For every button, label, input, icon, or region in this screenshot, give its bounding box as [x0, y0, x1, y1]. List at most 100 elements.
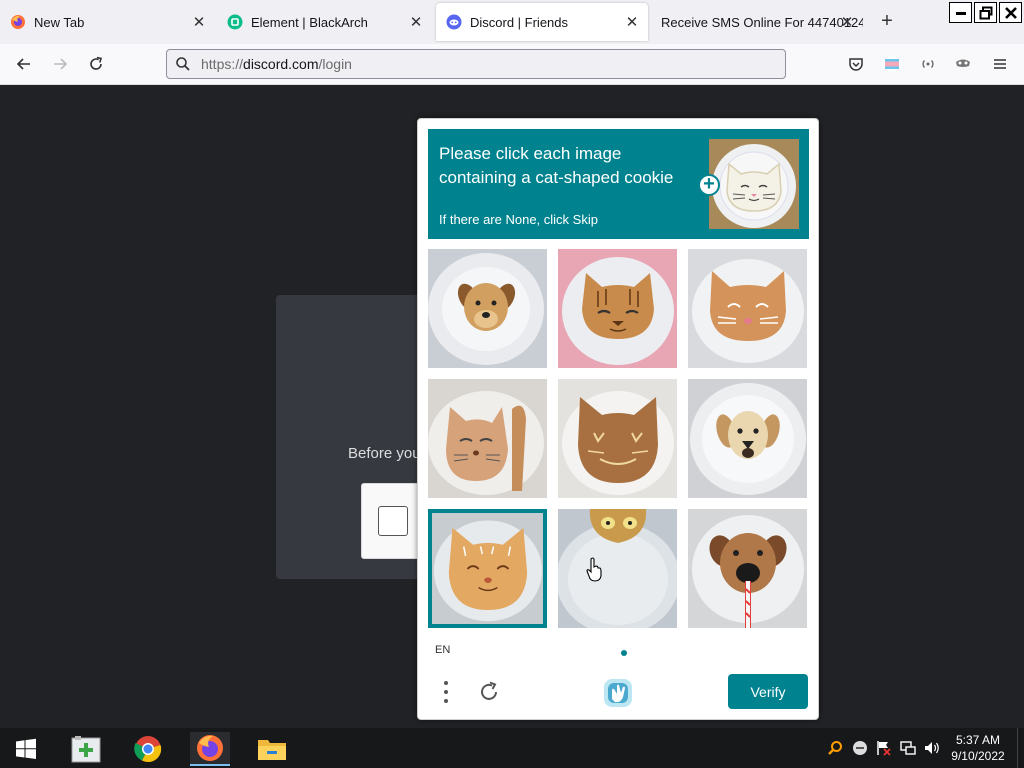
hcaptcha-logo-icon — [602, 677, 634, 709]
hand-cursor-icon — [586, 557, 602, 583]
tray-status[interactable] — [851, 740, 869, 756]
back-button[interactable] — [12, 52, 36, 76]
challenge-image-tile[interactable] — [558, 249, 677, 368]
dog-cookie-image — [428, 249, 547, 368]
extension-button[interactable] — [951, 52, 975, 76]
taskbar-app[interactable] — [252, 732, 292, 766]
close-icon[interactable]: ✕ — [191, 13, 207, 31]
flag-extension-icon — [885, 57, 899, 71]
start-button[interactable] — [6, 732, 46, 766]
broadcast-icon — [922, 60, 934, 68]
tab-element-blackarch[interactable]: Element | BlackArch ✕ — [217, 0, 432, 44]
pocket-button[interactable] — [844, 52, 868, 76]
verify-button[interactable]: Verify — [728, 674, 808, 709]
minimize-button[interactable] — [949, 2, 972, 23]
system-clock[interactable]: 5:37 AM 9/10/2022 — [944, 732, 1012, 764]
taskbar-app[interactable] — [128, 732, 168, 766]
tab-title: New Tab — [34, 14, 85, 30]
url-scheme: https:// — [201, 56, 244, 72]
tab-discord-friends[interactable]: Discord | Friends ✕ — [436, 3, 648, 41]
tray-network[interactable] — [899, 740, 917, 756]
challenge-image-tile[interactable] — [688, 249, 807, 368]
discord-icon — [446, 14, 462, 30]
tray-search[interactable] — [826, 740, 844, 756]
refresh-icon — [481, 681, 497, 700]
close-icon[interactable]: ✕ — [408, 13, 424, 31]
tab-title: Element | BlackArch — [251, 14, 368, 30]
challenge-image-tile[interactable] — [428, 509, 547, 628]
challenge-header: Please click each image containing a cat… — [428, 129, 809, 239]
verification-text: Before you — [348, 445, 421, 462]
tab-title: Discord | Friends — [470, 14, 569, 30]
tab-new-tab[interactable]: New Tab ✕ — [0, 0, 215, 44]
challenge-image-tile[interactable] — [428, 379, 547, 498]
captcha-challenge: Please click each image containing a cat… — [417, 118, 819, 720]
cat-cookie-image — [558, 379, 677, 498]
plus-icon: + — [698, 174, 720, 196]
more-vertical-icon — [444, 681, 448, 685]
hamburger-icon — [994, 59, 1006, 69]
flag-icon — [877, 741, 891, 756]
firefox-icon — [197, 735, 223, 761]
reload-button[interactable] — [84, 52, 108, 76]
arrow-right-icon — [54, 58, 68, 70]
volume-icon — [925, 742, 939, 754]
window-close-button[interactable] — [999, 2, 1022, 23]
dog-cookie-image — [688, 379, 807, 498]
page-indicator — [621, 650, 627, 656]
new-tab-button[interactable]: + — [876, 11, 898, 33]
minus-circle-icon — [853, 741, 867, 755]
file-explorer-icon — [258, 740, 286, 760]
tab-receive-sms[interactable]: Receive SMS Online For 447401240 ✕ — [651, 0, 863, 44]
search-icon — [828, 741, 842, 755]
url-host: discord.com — [243, 56, 319, 72]
restore-button[interactable] — [974, 2, 997, 23]
url-path: /login — [318, 56, 352, 72]
challenge-image-tile[interactable] — [688, 379, 807, 498]
element-icon — [227, 14, 243, 30]
taskbar: 5:37 AM 9/10/2022 — [0, 728, 1024, 768]
close-icon — [1004, 6, 1017, 19]
tray-volume[interactable] — [923, 740, 941, 756]
tab-title: Receive SMS Online For 447401240 — [661, 14, 863, 30]
clock-date: 9/10/2022 — [951, 749, 1005, 763]
cat-cookie-image — [558, 249, 677, 368]
tray-action-center[interactable] — [875, 740, 893, 756]
show-desktop-button[interactable] — [1017, 728, 1024, 768]
windows-start-icon — [16, 738, 36, 759]
forward-button[interactable] — [48, 52, 72, 76]
dog-cookie-image — [688, 509, 807, 628]
extension-button[interactable] — [880, 52, 904, 76]
app-menu-button[interactable] — [988, 52, 1012, 76]
app-icon — [71, 736, 101, 763]
minimize-icon — [955, 11, 966, 15]
network-icon — [900, 741, 916, 755]
extension-button[interactable] — [916, 52, 940, 76]
close-icon[interactable]: ✕ — [839, 13, 855, 31]
firefox-icon — [10, 14, 26, 30]
example-image — [709, 139, 799, 229]
more-options-button[interactable] — [438, 679, 454, 705]
navigation-bar: https://discord.com/login — [0, 44, 1024, 85]
cat-cookie-image — [428, 379, 547, 498]
tab-strip: New Tab ✕ Element | BlackArch ✕ Discord … — [0, 0, 1024, 44]
close-icon[interactable]: ✕ — [624, 13, 640, 31]
chrome-icon — [134, 736, 162, 763]
clock-time: 5:37 AM — [955, 733, 1001, 747]
search-icon — [176, 57, 190, 71]
taskbar-app[interactable] — [66, 732, 106, 766]
challenge-image-tile[interactable] — [428, 249, 547, 368]
challenge-prompt: Please click each image containing a cat… — [439, 144, 674, 187]
challenge-image-tile[interactable] — [558, 509, 677, 628]
cookie-image — [558, 509, 677, 628]
challenge-image-tile[interactable] — [688, 509, 807, 628]
taskbar-app[interactable] — [190, 732, 230, 766]
language-selector[interactable]: EN — [435, 644, 450, 656]
cat-cookie-image — [688, 249, 807, 368]
arrow-left-icon — [16, 58, 30, 70]
refresh-challenge-button[interactable] — [476, 679, 502, 705]
pocket-icon — [849, 58, 863, 71]
captcha-checkbox[interactable] — [378, 506, 408, 536]
url-bar[interactable]: https://discord.com/login — [166, 49, 786, 79]
challenge-image-tile[interactable] — [558, 379, 677, 498]
